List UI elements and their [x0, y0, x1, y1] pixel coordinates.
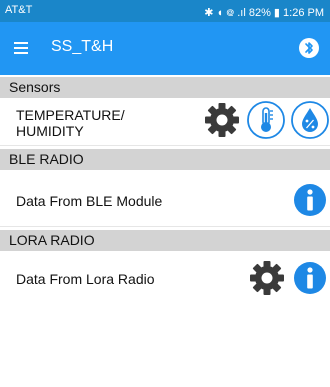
status-indicators: ✱ ◖ ᪤ .ıl 82% ▮ 1:26 PM	[204, 7, 324, 19]
lora-data-label[interactable]: Data From Lora Radio	[16, 271, 155, 287]
hamburger-menu-icon[interactable]	[14, 42, 28, 54]
section-header-label: BLE RADIO	[9, 151, 84, 167]
divider	[0, 226, 330, 227]
section-header-lora-radio: LORA RADIO	[0, 230, 330, 251]
status-bar: AT&T ✱ ◖ ᪤ .ıl 82% ▮ 1:26 PM	[0, 0, 330, 22]
section-header-label: LORA RADIO	[9, 232, 95, 248]
row-label-line2: HUMIDITY	[16, 123, 84, 139]
humidity-drop-icon[interactable]	[290, 100, 330, 140]
divider	[0, 145, 330, 146]
temperature-humidity-label[interactable]: TEMPERATURE/ HUMIDITY	[16, 107, 125, 139]
gear-icon[interactable]	[203, 101, 241, 139]
section-header-label: Sensors	[9, 79, 61, 95]
carrier-label: AT&T	[5, 4, 33, 16]
thermometer-icon[interactable]	[246, 100, 286, 140]
app-bar: SS_T&H	[0, 22, 330, 75]
info-icon[interactable]	[294, 262, 326, 294]
app-title: SS_T&H	[51, 38, 114, 55]
section-header-ble-radio: BLE RADIO	[0, 149, 330, 170]
row-label-line1: TEMPERATURE/	[16, 107, 125, 123]
section-header-sensors: Sensors	[0, 77, 330, 98]
ble-data-label[interactable]: Data From BLE Module	[16, 193, 162, 209]
info-icon[interactable]	[294, 184, 326, 216]
bluetooth-icon[interactable]	[299, 38, 319, 58]
gear-icon[interactable]	[248, 259, 286, 297]
